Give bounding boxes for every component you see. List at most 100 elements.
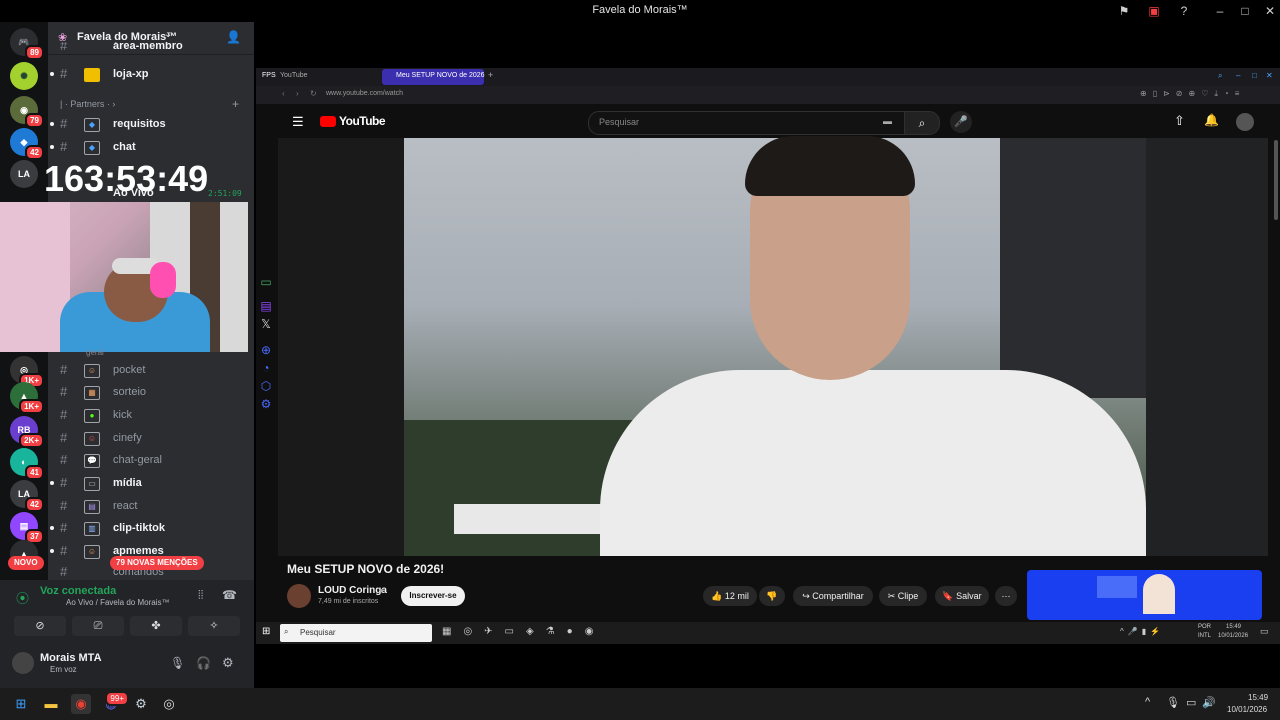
search-input[interactable]: Pesquisar ▬ <box>588 111 906 135</box>
channel-item[interactable]: # ☺ cinefy <box>52 428 252 448</box>
user-name[interactable]: Morais MTA <box>40 652 102 664</box>
novo-badge[interactable]: NOVO <box>8 556 44 570</box>
close-icon[interactable]: ✕ <box>1262 3 1278 19</box>
channel-item[interactable]: # ▭ mídia <box>50 473 252 493</box>
server-icon[interactable]: ✺ <box>10 62 38 90</box>
more-actions-button[interactable]: ⋯ <box>995 586 1017 606</box>
back-icon[interactable]: ‹ <box>282 89 285 98</box>
new-mentions-badge[interactable]: 79 NOVAS MENÇÕES <box>110 556 204 570</box>
noise-suppression-icon[interactable]: ⦙⦙ <box>198 588 203 603</box>
direct-messages-icon[interactable]: 🎮 89 <box>10 28 44 60</box>
maximize-icon[interactable]: □ <box>1252 71 1257 80</box>
headphones-icon[interactable]: 🎧 <box>196 656 211 670</box>
server-icon[interactable]: ◉ 79 <box>10 96 44 128</box>
save-button[interactable]: 🔖 Salvar <box>935 586 989 606</box>
input-language[interactable]: POR <box>1198 624 1211 630</box>
screen-share-icon[interactable]: ▣ <box>1146 3 1162 19</box>
sidebar-ad[interactable] <box>1027 570 1262 620</box>
channel-item[interactable]: # loja-xp <box>50 64 252 84</box>
server-icon[interactable]: ◎ 1K+ <box>10 356 44 388</box>
youtube-logo-icon[interactable] <box>320 116 336 127</box>
subscribe-button[interactable]: Inscrever-se <box>401 586 465 606</box>
screen-share-button[interactable]: ⎚ <box>72 616 124 636</box>
discord-icon[interactable]: ◍99+ <box>101 691 129 714</box>
channel-item[interactable]: # ◆ requisitos <box>50 114 252 134</box>
forward-icon[interactable]: › <box>296 89 299 98</box>
channel-item[interactable]: # ▤ react <box>52 496 252 516</box>
category-geral[interactable]: geral <box>86 348 104 357</box>
volume-icon[interactable]: 🔊 <box>1202 696 1216 709</box>
server-icon[interactable]: LA <box>10 160 38 188</box>
server-icon[interactable]: ▲ 1K+ <box>10 382 44 414</box>
menu-icon[interactable]: ☰ <box>292 114 304 130</box>
disconnect-icon[interactable]: ☎ <box>222 588 237 602</box>
upload-icon[interactable]: ⇧ <box>1174 113 1185 129</box>
sidebar-icon[interactable]: ⊕ <box>258 342 274 358</box>
channel-item[interactable]: # área-membro <box>52 42 252 56</box>
activities-button[interactable]: ✤ <box>130 616 182 636</box>
channel-item[interactable]: # ◆ chat <box>50 137 252 157</box>
voice-location[interactable]: Ao Vivo / Favela do Morais™ <box>66 598 169 607</box>
channel-name[interactable]: LOUD Coringa <box>318 585 387 596</box>
minimize-icon[interactable]: – <box>1236 71 1240 80</box>
server-icon[interactable]: RB 2K+ <box>10 416 44 448</box>
sidebar-icon[interactable]: ⬡ <box>258 378 274 394</box>
notification-center-icon[interactable]: ▭ <box>1260 626 1269 637</box>
twitch-icon[interactable]: ▤ <box>258 298 274 314</box>
chrome-icon[interactable]: ◉ <box>71 694 91 714</box>
server-icon[interactable]: ◐ 41 <box>10 448 44 480</box>
sidebar-icon[interactable]: ▭ <box>258 274 274 290</box>
channel-item[interactable]: # ▥ clip-tiktok <box>50 518 252 538</box>
channel-avatar[interactable] <box>287 584 311 608</box>
network-icon[interactable]: ▭ <box>1186 696 1196 709</box>
reload-icon[interactable]: ↻ <box>310 89 317 98</box>
x-icon[interactable]: 𝕏 <box>258 316 274 332</box>
channel-item[interactable]: # ▦ sorteio <box>52 382 252 402</box>
history-icon[interactable]: ◔ <box>258 360 274 376</box>
notifications-bell-icon[interactable]: 🔔 <box>1204 113 1219 127</box>
url-field[interactable]: www.youtube.com/watch <box>326 90 403 97</box>
clock-time[interactable]: 15:49 <box>1248 693 1268 702</box>
avatar[interactable] <box>12 652 34 674</box>
page-scrollbar[interactable] <box>1274 140 1278 220</box>
tray-icons[interactable]: ^🎤▮⚡ <box>1120 627 1164 636</box>
share-button[interactable]: ↪ Compartilhar <box>793 586 873 606</box>
keyboard-icon[interactable]: ▬ <box>883 116 892 126</box>
show-hidden-icons[interactable]: ^ <box>1145 696 1150 708</box>
voice-status[interactable]: Voz conectada <box>40 585 116 597</box>
clock-time[interactable]: 15:49 <box>1226 624 1241 630</box>
channel-item[interactable]: # ● kick <box>52 405 252 425</box>
pinned-app-icons[interactable]: ▦◎✈▭◈⚗●◉ <box>442 626 605 637</box>
app-icon[interactable]: ◎ <box>159 694 179 714</box>
server-icon[interactable]: ◆ 42 <box>10 128 44 160</box>
maximize-icon[interactable]: □ <box>1237 3 1253 19</box>
voice-search-icon[interactable]: 🎤 <box>950 111 972 133</box>
camera-off-button[interactable]: ⊘ <box>14 616 66 636</box>
search-button[interactable]: ⌕ <box>904 111 940 135</box>
server-icon[interactable]: LA 42 <box>10 480 44 512</box>
channel-item[interactable]: # 💬 chat-geral <box>52 450 252 470</box>
search-icon[interactable]: ⌕ <box>1218 71 1222 81</box>
inbox-icon[interactable]: ⚑ <box>1116 3 1132 19</box>
youtube-logo[interactable]: YouTube <box>339 114 386 128</box>
twitch-server-icon[interactable]: ▤ 37 <box>10 512 44 544</box>
file-explorer-icon[interactable]: ▬ <box>41 694 61 714</box>
taskbar-search[interactable]: ⌕ Pesquisar <box>280 624 432 642</box>
clip-button[interactable]: ✂ Clipe <box>879 586 927 606</box>
channel-item[interactable]: # ☺ pocket <box>52 360 252 380</box>
soundboard-button[interactable]: ✧ <box>188 616 240 636</box>
settings-gear-icon[interactable]: ⚙ <box>222 655 234 671</box>
account-avatar[interactable] <box>1236 113 1254 131</box>
dislike-button[interactable]: 👎 <box>759 586 785 606</box>
steam-icon[interactable]: ⚙ <box>131 694 151 714</box>
microphone-icon[interactable]: 🎙 <box>170 656 185 670</box>
close-icon[interactable]: ✕ <box>1266 71 1273 80</box>
minimize-icon[interactable]: – <box>1212 3 1228 19</box>
settings-icon[interactable]: ⚙ <box>258 396 274 412</box>
help-icon[interactable]: ? <box>1176 3 1192 19</box>
browser-toolbar-icons[interactable]: ⊕▯⊳⊘⊕♡⤓◔≡ <box>1140 89 1245 99</box>
microphone-icon[interactable]: 🎙 <box>1166 696 1180 709</box>
windows-start-icon[interactable]: ⊞ <box>262 626 270 637</box>
add-channel-icon[interactable]: + <box>232 97 239 111</box>
tab-active[interactable]: Meu SETUP NOVO de 2026 <box>382 69 485 85</box>
